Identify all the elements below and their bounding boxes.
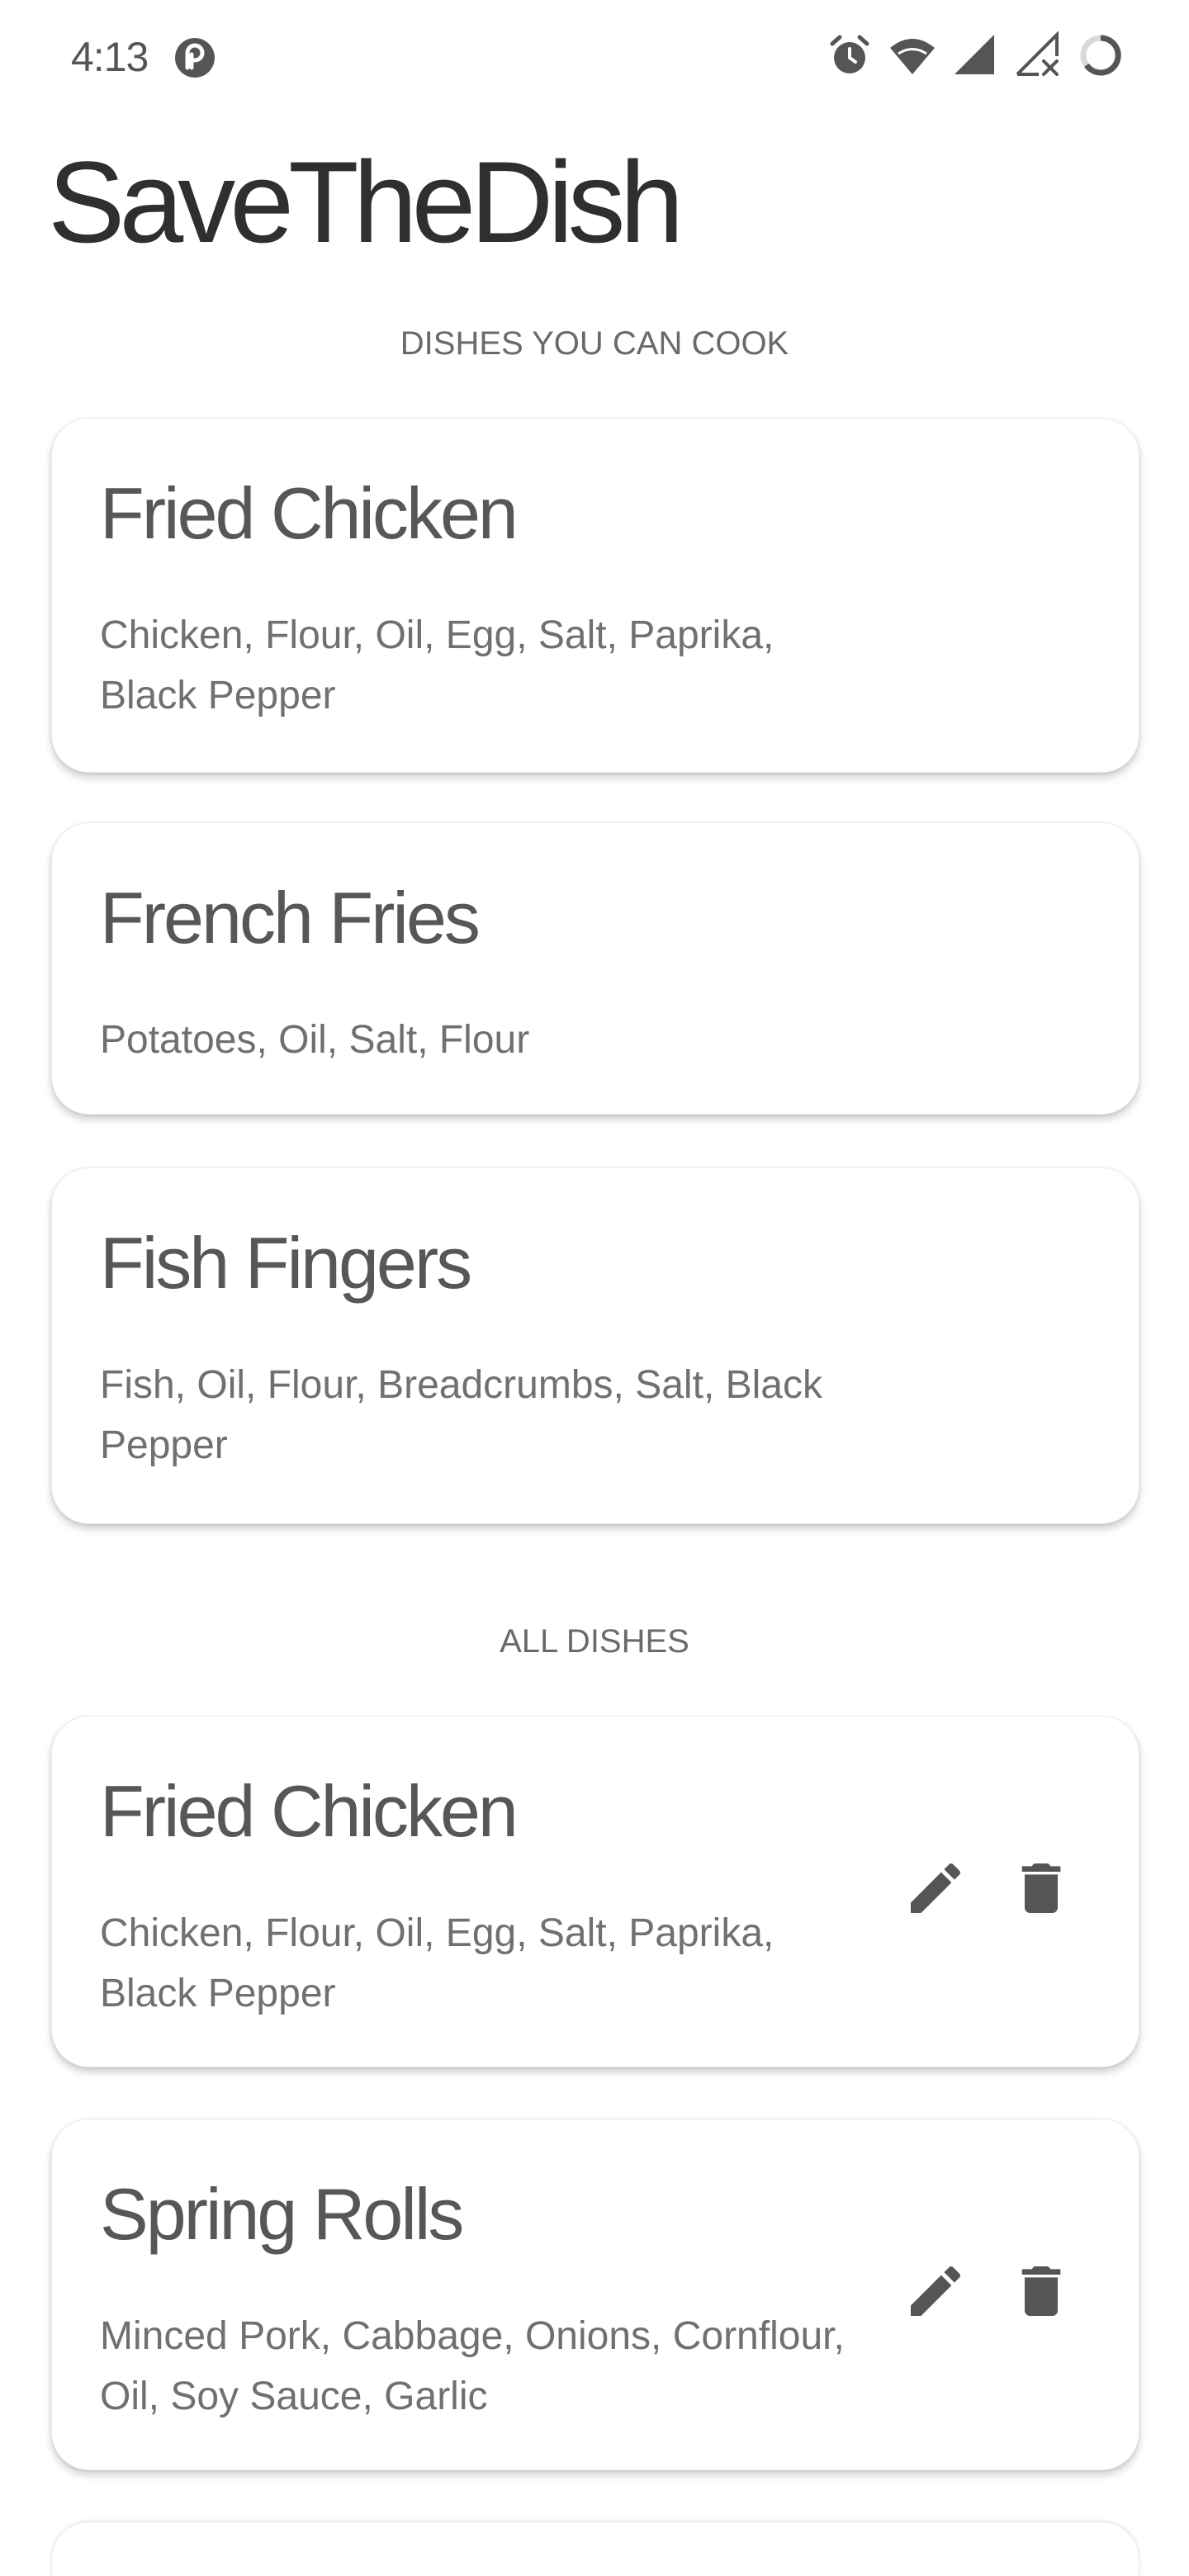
- section-header-can-cook: DISHES YOU CAN COOK: [400, 325, 789, 362]
- dish-name: Fried Chicken: [100, 1770, 519, 1852]
- dish-name: Fish Fingers: [100, 1222, 472, 1304]
- app-title: SaveTheDish: [48, 137, 684, 267]
- alarm-icon: [830, 35, 869, 73]
- delete-icon: [1021, 1863, 1061, 1913]
- delete-button[interactable]: [1008, 2258, 1074, 2324]
- dish-name: Fried Chicken: [100, 472, 519, 554]
- status-time: 4:13: [71, 34, 149, 80]
- dish-card[interactable]: Spring Rolls Minced Pork, Cabbage, Onion…: [51, 2119, 1139, 2470]
- section-header-all-dishes: ALL DISHES: [500, 1623, 689, 1660]
- dish-actions: [902, 1855, 1074, 1921]
- signal-icon: [955, 35, 994, 74]
- status-icons: [826, 31, 1125, 79]
- status-bar: 4:13: [0, 0, 1189, 116]
- dish-ingredients: Chicken, Flour, Oil, Egg, Salt, Paprika,…: [100, 613, 775, 717]
- no-signal-icon: [1016, 31, 1059, 76]
- dish-ingredients: Minced Pork, Cabbage, Onions, Cornflour,…: [100, 2314, 845, 2418]
- delete-icon: [1021, 2266, 1061, 2316]
- dish-card[interactable]: French Fries Potatoes, Oil, Salt, Flour: [51, 822, 1139, 1115]
- dish-ingredients: Chicken, Flour, Oil, Egg, Salt, Paprika,…: [100, 1911, 775, 2015]
- dish-card[interactable]: Fried Chicken Chicken, Flour, Oil, Egg, …: [51, 418, 1139, 773]
- delete-button[interactable]: [1008, 1855, 1074, 1921]
- edit-icon: [911, 1863, 961, 1913]
- dish-actions: [902, 2258, 1074, 2324]
- wifi-icon: [890, 39, 935, 74]
- dish-name: French Fries: [100, 877, 481, 959]
- pocketcasts-icon: [175, 38, 215, 78]
- edit-button[interactable]: [902, 2258, 969, 2324]
- dish-ingredients: Fish, Oil, Flour, Breadcrumbs, Salt, Bla…: [100, 1363, 822, 1467]
- dish-card-partial[interactable]: [51, 2522, 1139, 2576]
- dish-card[interactable]: Fried Chicken Chicken, Flour, Oil, Egg, …: [51, 1716, 1139, 2067]
- battery-ring-icon: [1080, 35, 1121, 76]
- dish-ingredients: Potatoes, Oil, Salt, Flour: [100, 1018, 530, 1062]
- edit-icon: [911, 2266, 961, 2316]
- dish-name: Spring Rolls: [100, 2173, 464, 2255]
- edit-button[interactable]: [902, 1855, 969, 1921]
- dish-card[interactable]: Fish Fingers Fish, Oil, Flour, Breadcrum…: [51, 1167, 1139, 1524]
